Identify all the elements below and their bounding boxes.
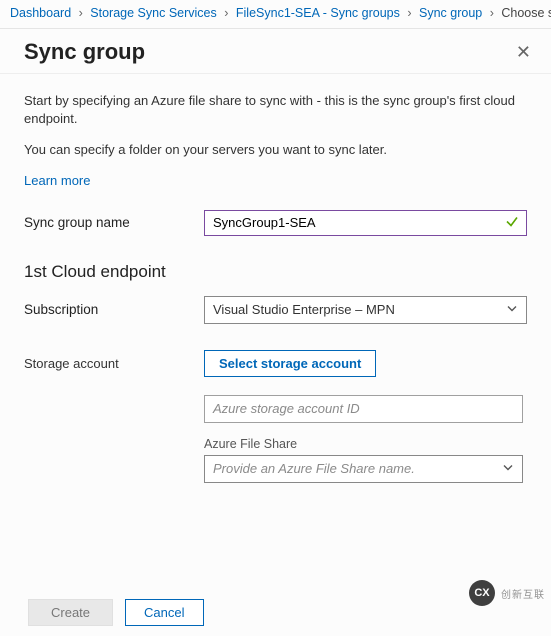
label-azure-file-share: Azure File Share — [204, 437, 523, 451]
intro-line-1: Start by specifying an Azure file share … — [24, 92, 527, 127]
cancel-button[interactable]: Cancel — [125, 599, 203, 626]
chevron-down-icon — [506, 302, 518, 317]
control-storage-account: Select storage account Azure storage acc… — [204, 350, 523, 483]
azure-file-share-select[interactable]: Provide an Azure File Share name. — [204, 455, 523, 483]
chevron-right-icon: › — [220, 6, 232, 20]
close-icon[interactable]: ✕ — [510, 41, 537, 63]
footer-bar: Create Cancel — [0, 591, 551, 636]
control-subscription: Visual Studio Enterprise – MPN — [204, 296, 527, 324]
chevron-right-icon: › — [486, 6, 498, 20]
crumb-choose-storage: Choose st — [501, 6, 551, 20]
sync-group-name-input[interactable] — [204, 210, 527, 236]
chevron-down-icon — [502, 461, 514, 476]
content-area: Start by specifying an Azure file share … — [0, 74, 551, 483]
crumb-storage-sync-services[interactable]: Storage Sync Services — [90, 6, 216, 20]
intro-text: Start by specifying an Azure file share … — [24, 92, 527, 210]
subscription-select[interactable]: Visual Studio Enterprise – MPN — [204, 296, 527, 324]
row-sync-group-name: Sync group name — [24, 210, 527, 236]
azure-file-share-placeholder: Provide an Azure File Share name. — [213, 461, 415, 476]
crumb-dashboard[interactable]: Dashboard — [10, 6, 71, 20]
select-storage-account-button[interactable]: Select storage account — [204, 350, 376, 377]
create-button[interactable]: Create — [28, 599, 113, 626]
crumb-filesync1-sea-sync-groups[interactable]: FileSync1-SEA - Sync groups — [236, 6, 400, 20]
blade-header: Sync group ✕ — [0, 29, 551, 67]
checkmark-icon — [505, 214, 519, 231]
storage-account-id-field[interactable]: Azure storage account ID — [204, 395, 523, 423]
control-sync-group-name — [204, 210, 527, 236]
intro-line-2: You can specify a folder on your servers… — [24, 141, 527, 159]
row-storage-account: Storage account Select storage account A… — [24, 350, 527, 483]
breadcrumb: Dashboard › Storage Sync Services › File… — [0, 0, 551, 29]
learn-more-link[interactable]: Learn more — [24, 173, 90, 188]
chevron-right-icon: › — [75, 6, 87, 20]
subscription-selected-value: Visual Studio Enterprise – MPN — [213, 302, 395, 317]
label-storage-account: Storage account — [24, 350, 204, 483]
label-subscription: Subscription — [24, 302, 204, 317]
section-title-first-cloud-endpoint: 1st Cloud endpoint — [24, 262, 527, 282]
page-title: Sync group — [24, 39, 145, 65]
chevron-right-icon: › — [403, 6, 415, 20]
row-subscription: Subscription Visual Studio Enterprise – … — [24, 296, 527, 324]
crumb-sync-group[interactable]: Sync group — [419, 6, 482, 20]
label-sync-group-name: Sync group name — [24, 215, 204, 230]
